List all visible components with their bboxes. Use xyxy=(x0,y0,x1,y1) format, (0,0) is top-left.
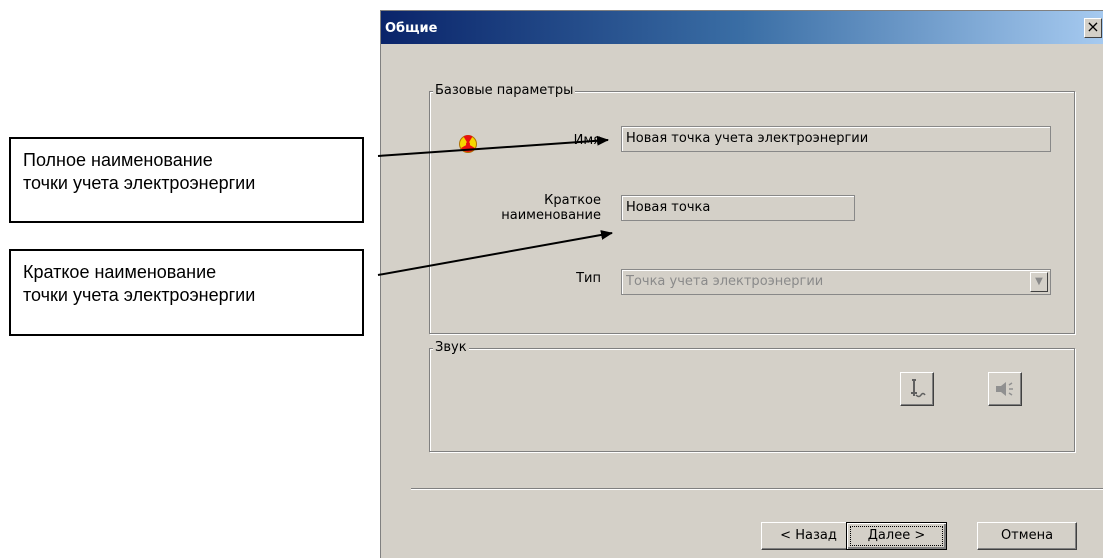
short-name-label-line2: наименование xyxy=(501,208,601,223)
next-button[interactable]: Далее > xyxy=(846,522,947,550)
close-icon: × xyxy=(1086,17,1100,36)
dialog-window: Общие × Базовые параметры Имя Новая точк… xyxy=(380,10,1103,558)
choose-sound-button[interactable] xyxy=(900,372,934,406)
play-sound-button[interactable] xyxy=(988,372,1022,406)
short-name-field[interactable]: Новая точка xyxy=(621,195,855,221)
title-bar[interactable]: Общие × xyxy=(381,11,1103,44)
type-label: Тип xyxy=(576,271,601,286)
base-parameters-legend: Базовые параметры xyxy=(433,83,576,98)
sound-group: Звук xyxy=(429,340,1075,452)
radiation-icon xyxy=(459,135,477,153)
back-button[interactable]: < Назад xyxy=(761,522,856,550)
type-select-value: Точка учета электроэнергии xyxy=(626,274,824,289)
callout-full-line2: точки учета электроэнергии xyxy=(23,173,256,193)
window-title: Общие xyxy=(385,21,438,36)
choose-sound-icon xyxy=(911,379,926,398)
callout-short-name: Краткое наименование точки учета электро… xyxy=(9,249,364,336)
focus-ring xyxy=(850,526,943,546)
footer-separator xyxy=(411,488,1103,490)
chevron-down-icon[interactable]: ▼ xyxy=(1030,272,1048,292)
back-button-label: < Назад xyxy=(780,528,837,543)
short-name-label-line1: Краткое xyxy=(544,193,601,208)
callout-full-line1: Полное наименование xyxy=(23,150,213,170)
play-sound-icon xyxy=(996,382,1013,396)
name-label: Имя xyxy=(573,133,601,148)
close-button[interactable]: × xyxy=(1084,18,1102,38)
cancel-button[interactable]: Отмена xyxy=(977,522,1077,550)
cancel-button-label: Отмена xyxy=(1000,528,1054,543)
short-name-label: Краткое наименование xyxy=(461,193,601,223)
name-field[interactable]: Новая точка учета электроэнергии xyxy=(621,126,1051,152)
type-select[interactable]: Точка учета электроэнергии ▼ xyxy=(621,269,1051,295)
callout-full-name: Полное наименование точки учета электроэ… xyxy=(9,137,364,223)
callout-short-line2: точки учета электроэнергии xyxy=(23,285,256,305)
sound-legend: Звук xyxy=(433,340,469,355)
callout-short-line1: Краткое наименование xyxy=(23,262,217,282)
